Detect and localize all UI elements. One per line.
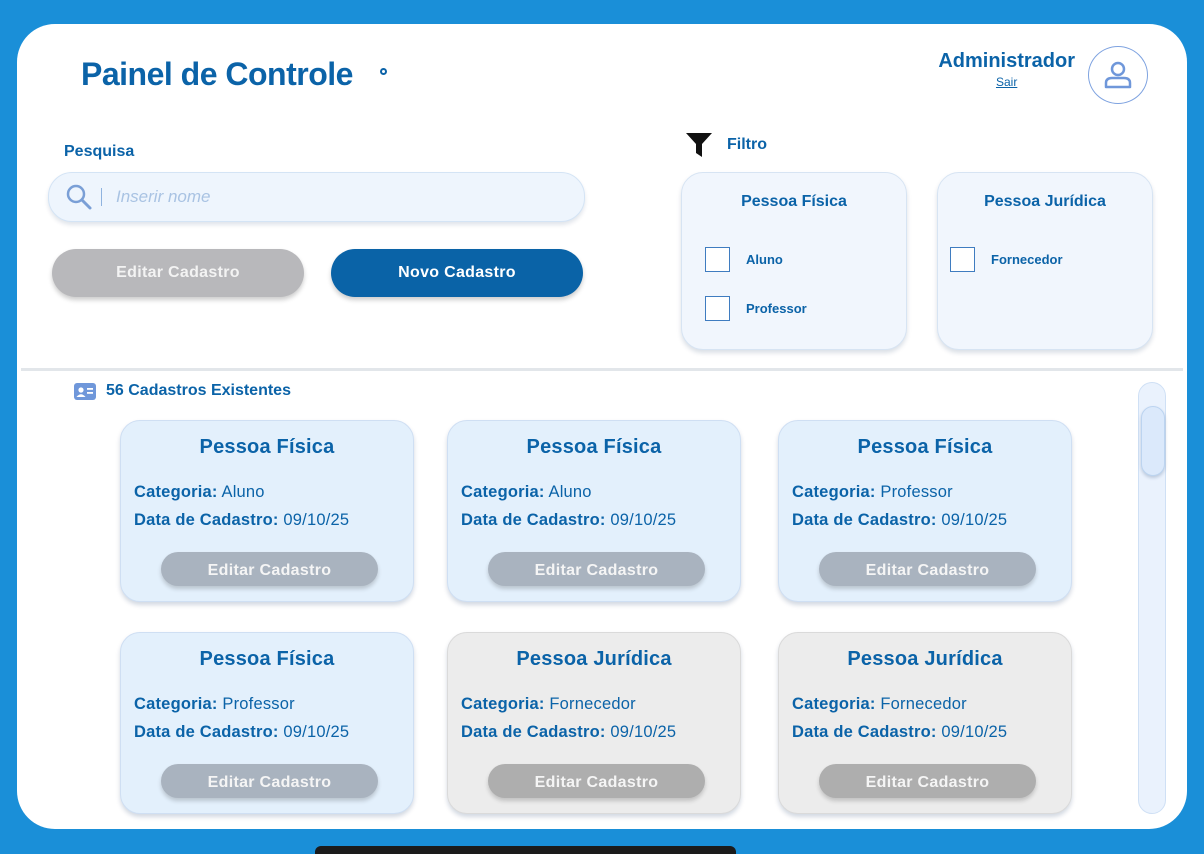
record-category: Aluno: [548, 483, 592, 501]
page-title: Painel de Controle: [81, 56, 353, 92]
user-icon: [1104, 61, 1132, 89]
record-category-row: Categoria: Professor: [792, 483, 953, 502]
filter-option-aluno[interactable]: Aluno: [705, 247, 783, 272]
category-label: Categoria:: [461, 695, 545, 713]
filter-option-label: Fornecedor: [991, 252, 1063, 267]
title-dot-decoration: [380, 68, 387, 75]
edit-record-card-button[interactable]: Editar Cadastro: [161, 764, 378, 798]
filter-group-title: Pessoa Física: [741, 193, 847, 210]
user-name: Administrador: [938, 50, 1075, 72]
record-category: Fornecedor: [880, 695, 967, 713]
dashboard-panel: Painel de Controle Administrador Sair Pe…: [17, 24, 1187, 829]
record-date-row: Data de Cadastro: 09/10/25: [461, 511, 676, 530]
record-date: 09/10/25: [610, 511, 677, 529]
edit-record-card-button[interactable]: Editar Cadastro: [819, 764, 1036, 798]
filter-option-professor[interactable]: Professor: [705, 296, 807, 321]
date-label: Data de Cadastro:: [792, 723, 937, 741]
records-count-label: 56 Cadastros Existentes: [106, 382, 291, 399]
date-label: Data de Cadastro:: [134, 511, 279, 529]
filter-group-pessoa-juridica: Pessoa Jurídica Fornecedor: [937, 172, 1153, 350]
search-icon: [66, 184, 92, 210]
record-category-row: Categoria: Fornecedor: [792, 695, 967, 714]
record-card: Pessoa Física Categoria: Aluno Data de C…: [447, 420, 741, 602]
record-date: 09/10/25: [941, 723, 1008, 741]
record-type: Pessoa Jurídica: [516, 648, 672, 670]
edit-record-card-button[interactable]: Editar Cadastro: [161, 552, 378, 586]
filter-option-label: Professor: [746, 301, 807, 316]
category-label: Categoria:: [792, 695, 876, 713]
record-date-row: Data de Cadastro: 09/10/25: [792, 511, 1007, 530]
avatar[interactable]: [1088, 46, 1148, 104]
record-date-row: Data de Cadastro: 09/10/25: [134, 723, 349, 742]
category-label: Categoria:: [461, 483, 545, 501]
record-card: Pessoa Jurídica Categoria: Fornecedor Da…: [447, 632, 741, 814]
record-card: Pessoa Física Categoria: Aluno Data de C…: [120, 420, 414, 602]
record-card: Pessoa Jurídica Categoria: Fornecedor Da…: [778, 632, 1072, 814]
date-label: Data de Cadastro:: [134, 723, 279, 741]
user-info: Administrador Sair: [938, 50, 1075, 91]
record-type: Pessoa Física: [857, 436, 993, 458]
record-category: Professor: [222, 695, 295, 713]
edit-record-button[interactable]: Editar Cadastro: [52, 249, 304, 297]
record-category-row: Categoria: Professor: [134, 695, 295, 714]
record-category-row: Categoria: Fornecedor: [461, 695, 636, 714]
records-count: 56 Cadastros Existentes: [74, 382, 291, 400]
category-label: Categoria:: [792, 483, 876, 501]
search-input[interactable]: [116, 187, 496, 207]
record-type: Pessoa Física: [526, 436, 662, 458]
record-card: Pessoa Física Categoria: Professor Data …: [120, 632, 414, 814]
filter-option-fornecedor[interactable]: Fornecedor: [950, 247, 1063, 272]
record-category: Professor: [880, 483, 953, 501]
record-category: Fornecedor: [549, 695, 636, 713]
checkbox[interactable]: [705, 296, 730, 321]
record-card: Pessoa Física Categoria: Professor Data …: [778, 420, 1072, 602]
record-date: 09/10/25: [610, 723, 677, 741]
record-category: Aluno: [221, 483, 265, 501]
logout-link[interactable]: Sair: [996, 75, 1017, 89]
section-divider: [21, 368, 1183, 371]
edit-record-card-button[interactable]: Editar Cadastro: [488, 764, 705, 798]
edit-record-card-button[interactable]: Editar Cadastro: [488, 552, 705, 586]
text-cursor: [101, 188, 102, 206]
record-date-row: Data de Cadastro: 09/10/25: [792, 723, 1007, 742]
category-label: Categoria:: [134, 483, 218, 501]
new-record-button[interactable]: Novo Cadastro: [331, 249, 583, 297]
checkbox[interactable]: [705, 247, 730, 272]
filter-option-label: Aluno: [746, 252, 783, 267]
record-type: Pessoa Física: [199, 648, 335, 670]
filter-label: Filtro: [727, 136, 767, 153]
record-category-row: Categoria: Aluno: [134, 483, 265, 502]
record-type: Pessoa Jurídica: [847, 648, 1003, 670]
record-date: 09/10/25: [283, 723, 350, 741]
bottom-dock-bar: [315, 846, 736, 854]
category-label: Categoria:: [134, 695, 218, 713]
id-card-icon: [74, 382, 96, 400]
filter-group-pessoa-fisica: Pessoa Física Aluno Professor: [681, 172, 907, 350]
date-label: Data de Cadastro:: [792, 511, 937, 529]
record-category-row: Categoria: Aluno: [461, 483, 592, 502]
date-label: Data de Cadastro:: [461, 511, 606, 529]
filter-header: Filtro: [685, 132, 767, 158]
record-date-row: Data de Cadastro: 09/10/25: [461, 723, 676, 742]
date-label: Data de Cadastro:: [461, 723, 606, 741]
scrollbar-thumb[interactable]: [1141, 406, 1165, 476]
checkbox[interactable]: [950, 247, 975, 272]
record-type: Pessoa Física: [199, 436, 335, 458]
record-date: 09/10/25: [941, 511, 1008, 529]
search-field[interactable]: [48, 172, 585, 222]
record-date: 09/10/25: [283, 511, 350, 529]
filter-group-title: Pessoa Jurídica: [984, 193, 1106, 210]
record-date-row: Data de Cadastro: 09/10/25: [134, 511, 349, 530]
edit-record-card-button[interactable]: Editar Cadastro: [819, 552, 1036, 586]
filter-icon: [686, 133, 712, 157]
search-label: Pesquisa: [64, 143, 135, 160]
